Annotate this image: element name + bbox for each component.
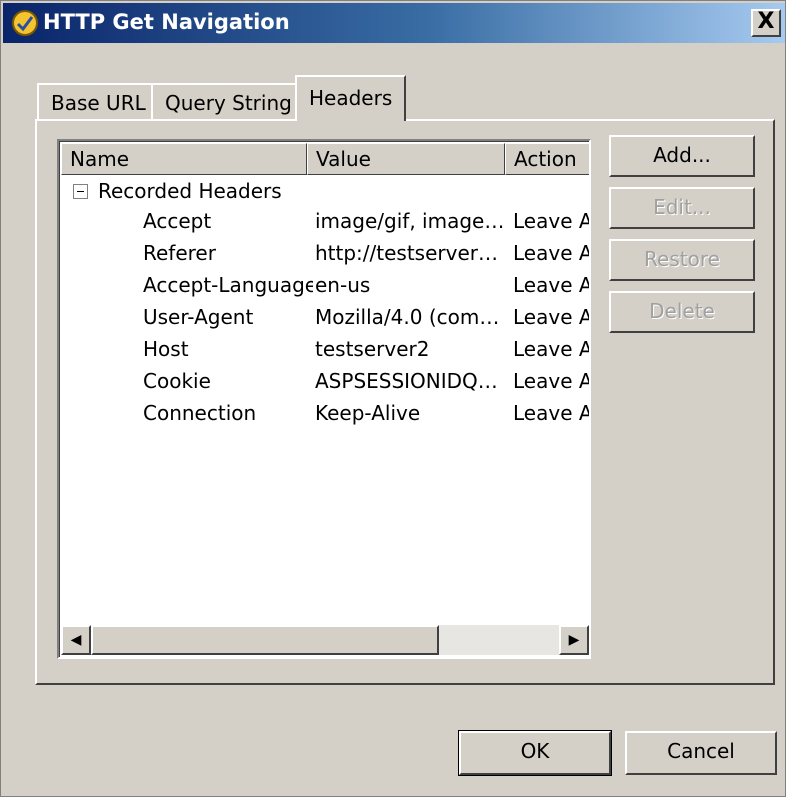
scroll-left-icon[interactable]: ◀ — [61, 625, 91, 655]
header-value: Mozilla/4.0 (com… — [315, 305, 500, 329]
header-name: Accept-Language — [143, 273, 313, 297]
header-name: Cookie — [143, 369, 211, 393]
header-name: Accept — [143, 209, 212, 233]
table-row[interactable]: Connection Keep-Alive Leave A — [59, 397, 589, 429]
header-value: image/gif, image… — [315, 209, 505, 233]
table-row[interactable]: Host testserver2 Leave A — [59, 333, 589, 365]
table-row[interactable]: User-Agent Mozilla/4.0 (com… Leave A — [59, 301, 589, 333]
header-name: Host — [143, 337, 189, 361]
add-button[interactable]: Add... — [609, 135, 755, 177]
header-value: en-us — [315, 273, 371, 297]
column-header-action[interactable]: Action — [505, 143, 589, 175]
header-value: ASPSESSIONIDQ… — [315, 369, 498, 393]
app-icon — [12, 10, 38, 36]
column-header-name[interactable]: Name — [61, 143, 307, 175]
table-row[interactable]: Referer http://testserver… Leave A — [59, 237, 589, 269]
cancel-button[interactable]: Cancel — [625, 731, 777, 775]
title-bar[interactable]: HTTP Get Navigation X — [3, 3, 785, 43]
delete-button[interactable]: Delete — [609, 291, 755, 333]
ok-button[interactable]: OK — [458, 730, 612, 776]
headers-list[interactable]: Name Value Action Recorded Headers Accep… — [57, 139, 591, 659]
header-value: http://testserver… — [315, 241, 498, 265]
header-name: User-Agent — [143, 305, 254, 329]
header-name: Referer — [143, 241, 216, 265]
scroll-thumb[interactable] — [91, 625, 439, 655]
window-title: HTTP Get Navigation — [43, 10, 290, 34]
table-row[interactable]: Accept image/gif, image… Leave A — [59, 205, 589, 237]
tab-base-url[interactable]: Base URL — [37, 83, 160, 121]
tree-group-recorded-headers[interactable]: Recorded Headers — [69, 177, 282, 205]
header-action: Leave A — [513, 337, 589, 361]
list-header: Name Value Action — [61, 143, 589, 175]
horizontal-scrollbar[interactable]: ◀ ▶ — [61, 625, 589, 655]
dialog-window: HTTP Get Navigation X Base URL Query Str… — [0, 0, 786, 797]
header-action: Leave A — [513, 305, 589, 329]
header-action: Leave A — [513, 401, 589, 425]
header-value: Keep-Alive — [315, 401, 421, 425]
table-row[interactable]: Accept-Language en-us Leave A — [59, 269, 589, 301]
header-action: Leave A — [513, 273, 589, 297]
tab-headers[interactable]: Headers — [295, 75, 407, 121]
header-value: testserver2 — [315, 337, 430, 361]
header-name: Connection — [143, 401, 257, 425]
scroll-track[interactable] — [91, 625, 559, 655]
edit-button[interactable]: Edit... — [609, 187, 755, 229]
tab-query-string[interactable]: Query String — [151, 83, 306, 121]
collapse-icon[interactable] — [73, 183, 88, 199]
group-label: Recorded Headers — [98, 179, 282, 203]
close-button[interactable]: X — [751, 9, 781, 37]
column-header-value[interactable]: Value — [307, 143, 505, 175]
header-action: Leave A — [513, 369, 589, 393]
scroll-right-icon[interactable]: ▶ — [559, 625, 589, 655]
header-action: Leave A — [513, 241, 589, 265]
table-row[interactable]: Cookie ASPSESSIONIDQ… Leave A — [59, 365, 589, 397]
restore-button[interactable]: Restore — [609, 239, 755, 281]
header-action: Leave A — [513, 209, 589, 233]
